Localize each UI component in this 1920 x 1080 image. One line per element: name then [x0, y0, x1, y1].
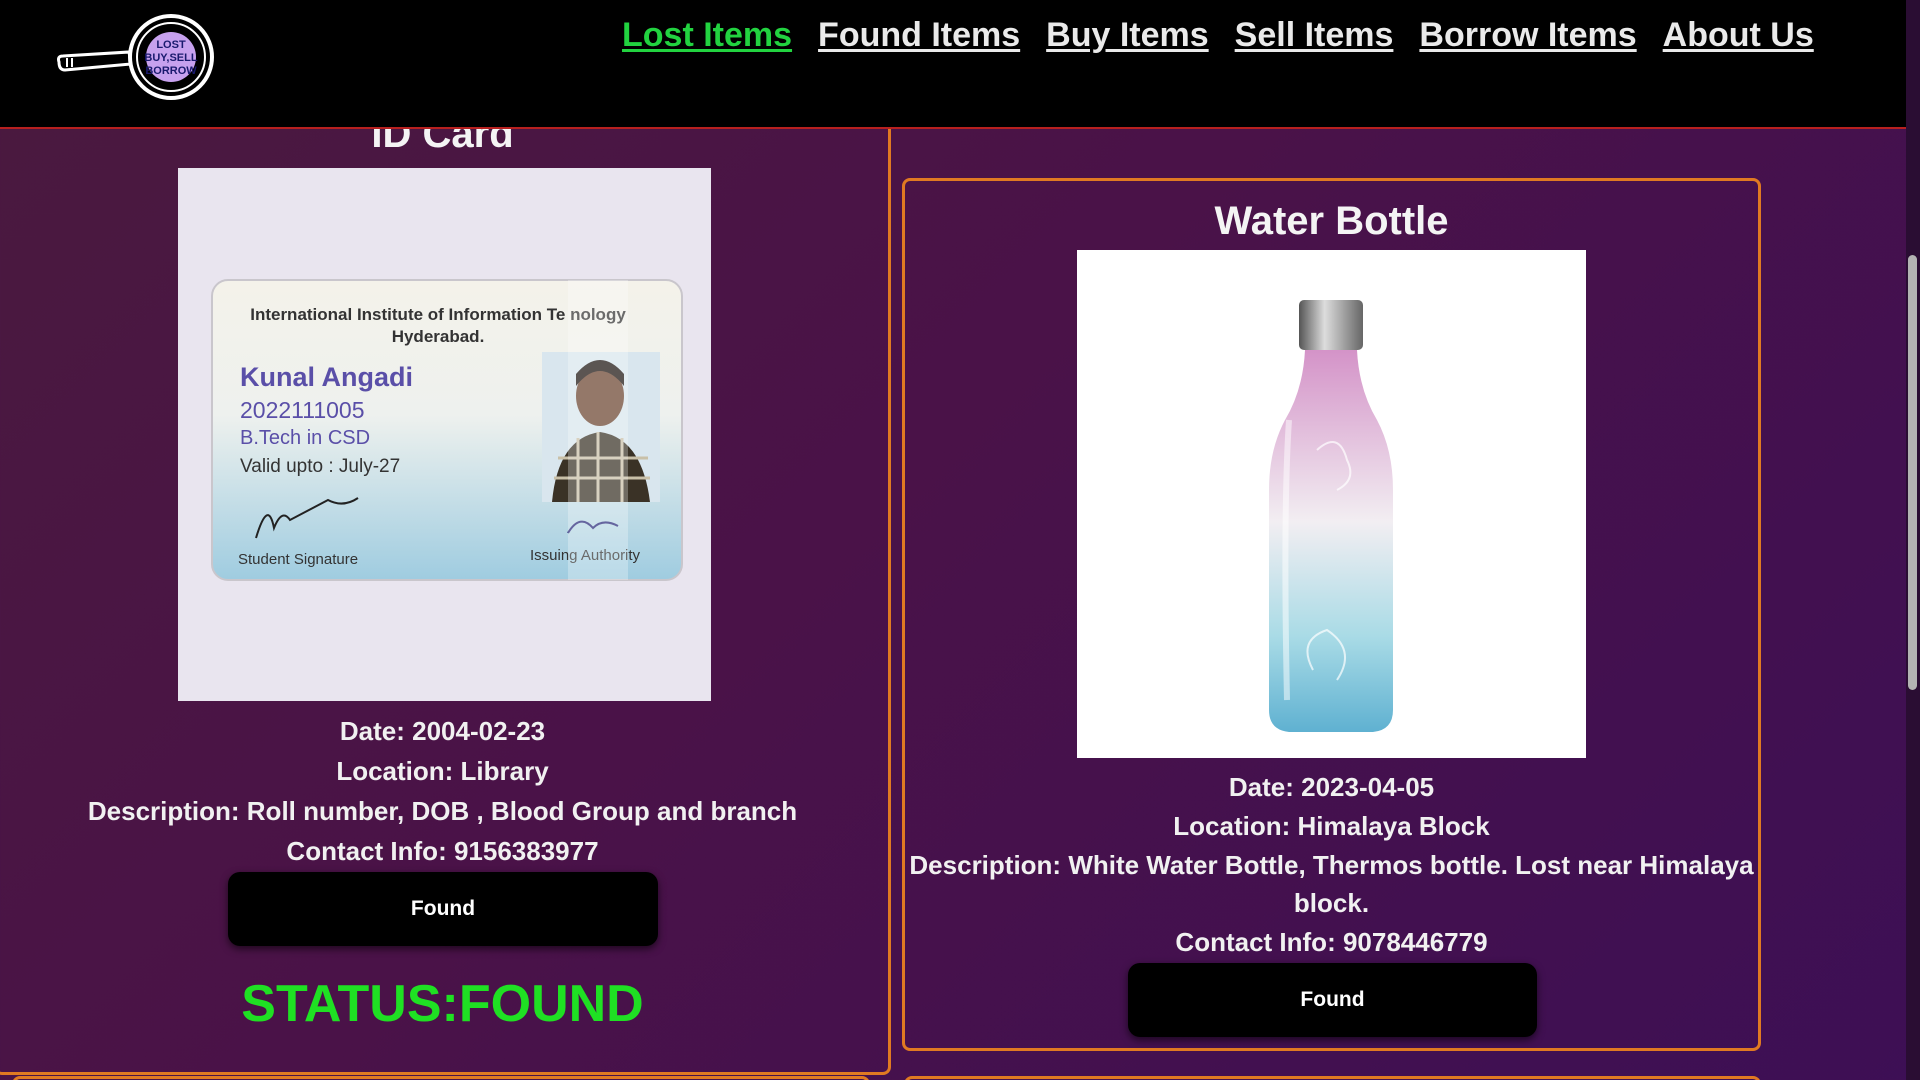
- item-contact: Contact Info: 9156383977: [286, 836, 599, 866]
- id-program: B.Tech in CSD: [240, 427, 370, 449]
- item-description-line2: block.: [1293, 888, 1370, 918]
- logo-line-2: BUY,SELL: [144, 52, 197, 64]
- found-button[interactable]: Found: [1128, 963, 1537, 1037]
- item-contact: Contact Info: 9078446779: [1175, 927, 1488, 957]
- item-description: Description: Roll number, DOB , Blood Gr…: [87, 796, 798, 826]
- id-student-signature: Student Signature: [238, 551, 358, 568]
- next-card-edge: [12, 1076, 870, 1080]
- nav-about-us[interactable]: About Us: [1663, 16, 1814, 55]
- magnifier-logo-icon: LOST BUY,SELL BORROW: [57, 14, 214, 100]
- water-bottle-photo: [1269, 300, 1393, 732]
- id-name: Kunal Angadi: [240, 362, 413, 392]
- item-description-line1: Description: White Water Bottle, Thermos…: [909, 850, 1754, 880]
- item-card-id-card: ID Card International Institute of Infor…: [0, 60, 891, 1075]
- item-image: International Institute of Information T…: [178, 168, 711, 701]
- item-image: [1077, 250, 1586, 758]
- scrollbar-thumb[interactable]: [1908, 255, 1917, 690]
- status-label: STATUS:FOUND: [241, 975, 644, 1033]
- nav-buy-items[interactable]: Buy Items: [1046, 16, 1209, 55]
- item-card-water-bottle: Water Bottle Date: 2023-04-05 Location: …: [902, 178, 1761, 1051]
- nav-lost-items[interactable]: Lost Items: [622, 16, 792, 55]
- nav-links: Lost Items Found Items Buy Items Sell It…: [622, 16, 1814, 55]
- id-card-photo: International Institute of Information T…: [178, 168, 711, 701]
- nav-found-items[interactable]: Found Items: [818, 16, 1020, 55]
- item-date: Date: 2023-04-05: [1228, 772, 1435, 802]
- found-button[interactable]: Found: [228, 872, 658, 946]
- navbar: LOST BUY,SELL BORROW Lost Items Found It…: [0, 0, 1906, 129]
- nav-sell-items[interactable]: Sell Items: [1235, 16, 1394, 55]
- id-valid: Valid upto : July-27: [240, 456, 400, 477]
- item-date: Date: 2004-02-23: [339, 716, 546, 746]
- nav-borrow-items[interactable]: Borrow Items: [1419, 16, 1636, 55]
- logo-line-3: BORROW: [145, 65, 197, 77]
- id-roll: 2022111005: [240, 397, 365, 423]
- next-card-edge: [904, 1076, 1761, 1080]
- scrollbar[interactable]: [1906, 0, 1920, 1080]
- logo-line-1: LOST: [156, 39, 186, 51]
- id-institute-line2: Hyderabad.: [392, 327, 485, 346]
- card-title: Water Bottle: [1214, 199, 1449, 243]
- item-location: Location: Himalaya Block: [1173, 811, 1490, 841]
- item-location: Location: Library: [336, 756, 549, 786]
- site-logo[interactable]: LOST BUY,SELL BORROW: [55, 12, 235, 102]
